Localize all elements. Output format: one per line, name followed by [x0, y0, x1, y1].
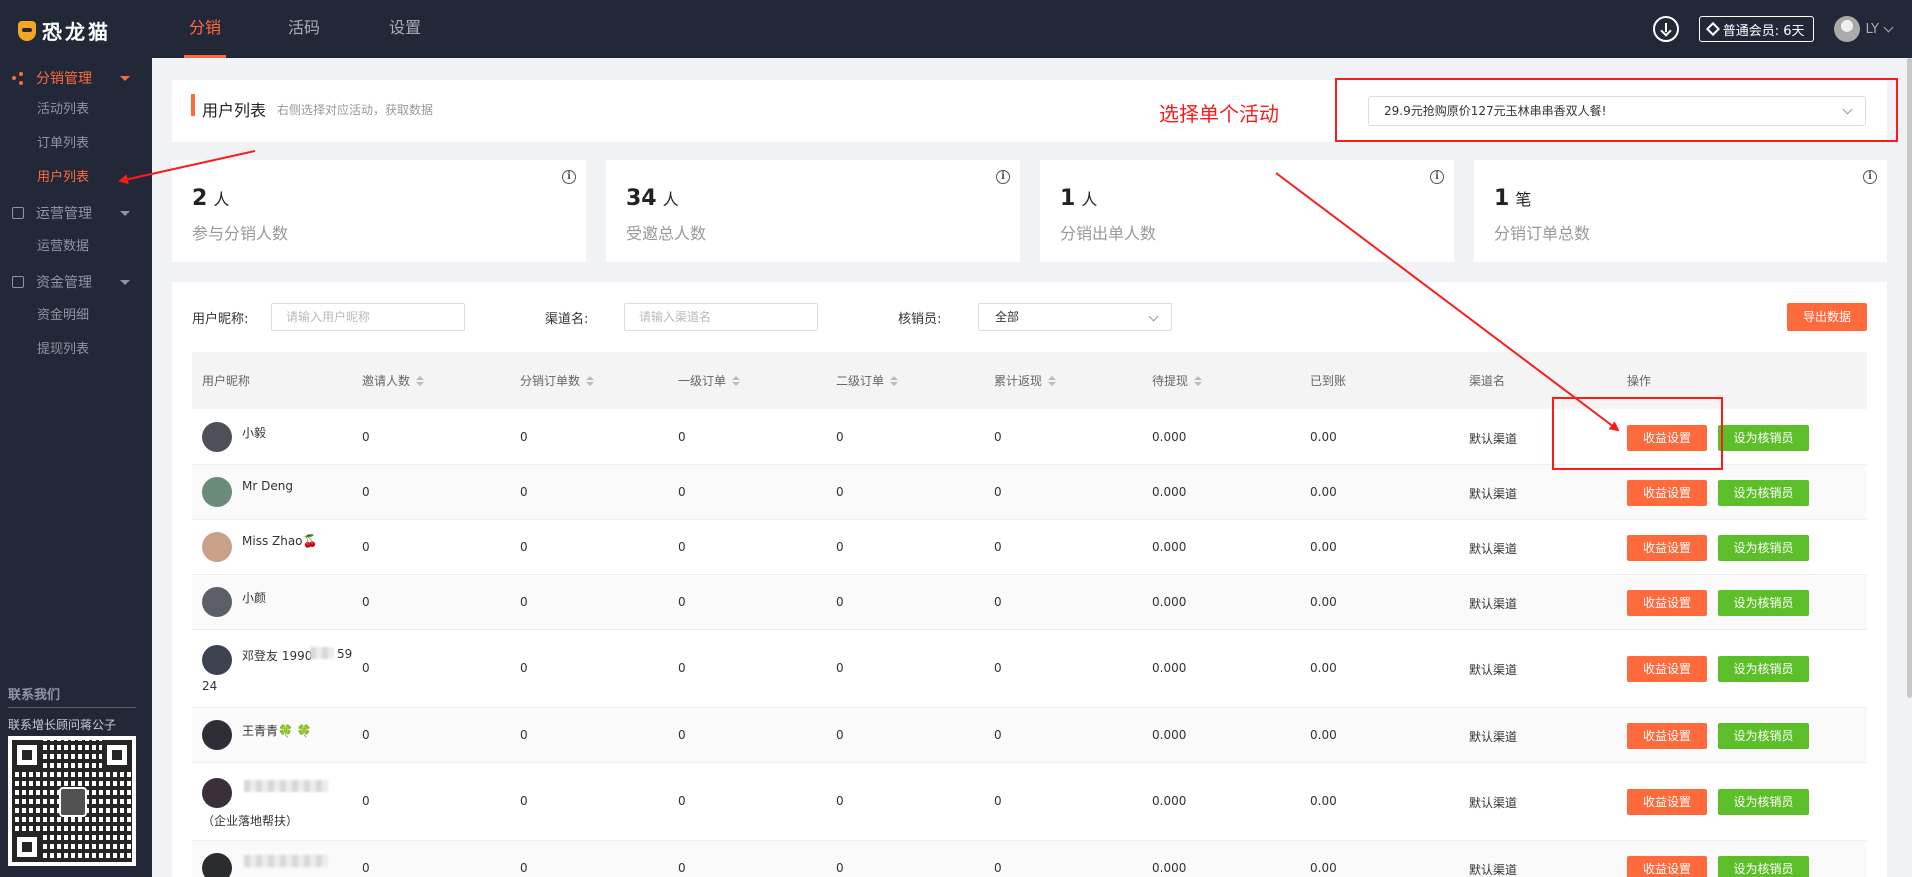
annotation-arrows [118, 150, 1620, 432]
arrow-to-earnings-setting [1275, 172, 1620, 432]
arrow-to-user-list [118, 150, 256, 185]
